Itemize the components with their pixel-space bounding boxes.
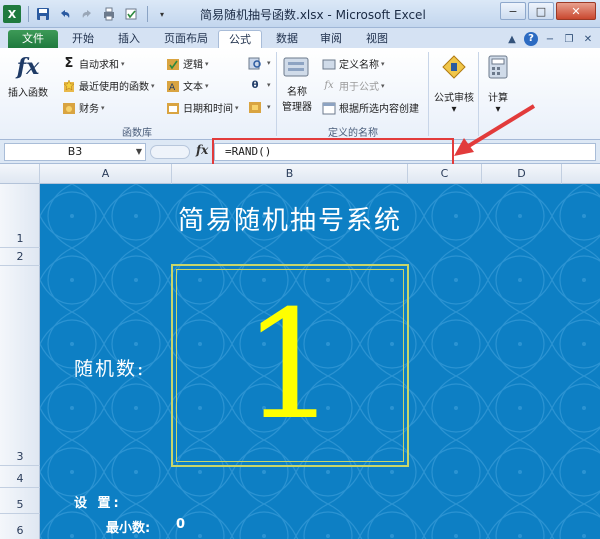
row-header-2[interactable]: 2 <box>0 248 40 266</box>
worksheet[interactable]: 简易随机抽号系统 随机数: 1 设 置: 最小数: 0 <box>40 184 600 539</box>
customize-qat-icon[interactable]: ▾ <box>152 4 172 24</box>
formula-auditing-icon <box>441 54 467 83</box>
row-header-4[interactable]: 4 <box>0 466 40 488</box>
close-button[interactable]: ✕ <box>556 2 596 20</box>
workbook-close-icon[interactable]: ✕ <box>580 31 596 47</box>
window-controls: − □ ✕ <box>498 2 596 20</box>
use-in-formula-icon: fx <box>324 80 334 91</box>
name-manager-icon <box>282 54 312 83</box>
calculator-icon <box>487 54 509 83</box>
use-in-formula-button[interactable]: fx 用于公式 ▾ <box>322 78 384 93</box>
window-title: 简易随机抽号函数.xlsx - Microsoft Excel <box>200 8 426 22</box>
row-headers: 1 2 3 4 5 6 <box>0 184 40 539</box>
annotation-arrow-icon <box>454 104 536 156</box>
collapse-ribbon-icon[interactable]: ▲ <box>504 31 520 47</box>
tab-formulas[interactable]: 公式 <box>218 30 262 48</box>
column-headers: A B C D <box>0 164 600 184</box>
column-header-b[interactable]: B <box>172 164 408 184</box>
print-preview-icon[interactable] <box>99 4 119 24</box>
column-header-e[interactable] <box>562 164 600 184</box>
tab-insert[interactable]: 插入 <box>108 30 150 48</box>
tab-page-layout[interactable]: 页面布局 <box>154 30 218 48</box>
tab-data[interactable]: 数据 <box>266 30 308 48</box>
text-button[interactable]: A 文本 ▾ <box>166 78 209 93</box>
lookup-icon <box>248 56 262 70</box>
math-icon: θ <box>251 79 259 91</box>
define-name-button[interactable]: 定义名称 ▾ <box>322 56 385 71</box>
select-all-corner[interactable] <box>0 164 40 184</box>
undo-icon[interactable] <box>55 4 75 24</box>
column-header-d[interactable]: D <box>482 164 562 184</box>
define-name-icon <box>322 57 336 71</box>
tab-review[interactable]: 审阅 <box>310 30 352 48</box>
logical-button[interactable]: 逻辑 ▾ <box>166 56 209 71</box>
title-bar: X ▾ 简易随机抽号函数.xlsx - Microsoft Excel − □ … <box>0 0 600 28</box>
workbook-restore-icon[interactable]: ❐ <box>561 31 577 47</box>
workbook-minimize-icon[interactable]: − <box>542 31 558 47</box>
maximize-button[interactable]: □ <box>528 2 554 20</box>
excel-logo-icon[interactable]: X <box>2 4 22 24</box>
minimize-button[interactable]: − <box>500 2 526 20</box>
min-number-value[interactable]: 0 <box>176 517 185 532</box>
financial-icon <box>62 101 76 115</box>
row-header-5[interactable]: 5 <box>0 488 40 514</box>
create-from-selection-button[interactable]: 根据所选内容创建 <box>322 100 419 115</box>
tab-home[interactable]: 开始 <box>62 30 104 48</box>
row-header-6[interactable]: 6 <box>0 514 40 539</box>
group-label-defined-names: 定义的名称 <box>328 128 378 139</box>
insert-function-button[interactable]: fx 插入函数 <box>8 54 48 99</box>
save-icon[interactable] <box>33 4 53 24</box>
redo-icon[interactable] <box>77 4 97 24</box>
column-header-c[interactable]: C <box>408 164 482 184</box>
text-icon: A <box>166 79 180 93</box>
autosum-button[interactable]: Σ 自动求和 ▾ <box>62 56 125 71</box>
sigma-icon: Σ <box>64 56 74 71</box>
datetime-button[interactable]: 日期和时间 ▾ <box>166 100 239 115</box>
tab-view[interactable]: 视图 <box>356 30 398 48</box>
svg-text:A: A <box>169 83 176 93</box>
name-manager-button[interactable]: 名称 管理器 <box>282 54 312 113</box>
more-functions-button[interactable]: ▾ <box>248 100 271 114</box>
column-header-a[interactable]: A <box>40 164 172 184</box>
spellcheck-icon[interactable] <box>121 4 141 24</box>
sheet-title: 简易随机抽号系统 <box>177 206 402 236</box>
tab-file[interactable]: 文件 <box>8 30 58 48</box>
create-from-selection-icon <box>322 101 336 115</box>
quick-access-toolbar: X ▾ <box>2 3 174 25</box>
row-header-3[interactable]: 3 <box>0 266 40 466</box>
ribbon-tabs: 文件 开始 插入 页面布局 公式 数据 审阅 视图 ▲ ? − ❐ ✕ <box>0 28 600 48</box>
group-label-function-library: 函数库 <box>122 128 152 139</box>
more-functions-icon <box>248 100 262 114</box>
settings-label: 设 置: <box>74 496 122 511</box>
name-box[interactable]: B3 ▼ <box>4 143 146 161</box>
random-number-label: 随机数: <box>74 358 146 380</box>
lookup-reference-button[interactable]: ▾ <box>248 56 271 70</box>
random-number-cell[interactable]: 1 <box>171 264 409 467</box>
financial-button[interactable]: 财务 ▾ <box>62 100 105 115</box>
help-icon[interactable]: ? <box>523 31 539 47</box>
formula-bar-resize-handle[interactable] <box>150 145 190 159</box>
logical-icon <box>166 57 180 71</box>
insert-function-fx-button[interactable]: fx <box>196 143 208 157</box>
fx-icon: fx <box>16 54 40 80</box>
math-trig-button[interactable]: θ ▾ <box>248 78 271 92</box>
row-header-1[interactable]: 1 <box>0 184 40 248</box>
star-book-icon <box>62 78 76 93</box>
random-number-value: 1 <box>242 278 338 453</box>
recently-used-button[interactable]: 最近使用的函数 ▾ <box>62 78 155 93</box>
name-box-dropdown-icon[interactable]: ▼ <box>136 144 142 160</box>
min-number-label: 最小数: <box>106 521 151 536</box>
calendar-icon <box>166 101 180 115</box>
